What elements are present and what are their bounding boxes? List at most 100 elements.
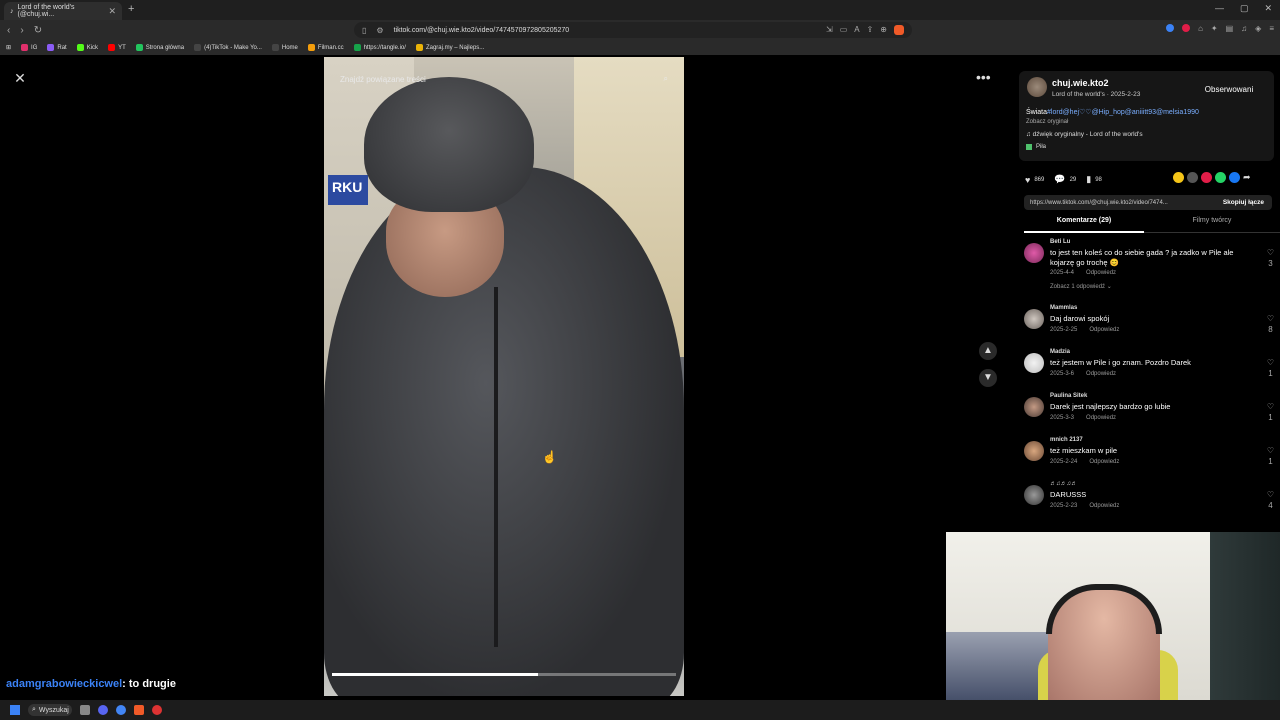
see-original-link[interactable]: Zobacz oryginał <box>1026 119 1068 125</box>
site-info-icon[interactable]: ⚙ <box>376 26 383 35</box>
comment-like[interactable]: ♡ 8 <box>1267 313 1274 335</box>
previous-video-icon[interactable]: ▲ <box>979 342 997 360</box>
follow-button[interactable]: Obserwowani <box>1197 82 1261 98</box>
search-icon[interactable]: ⌕ <box>664 74 668 84</box>
chrome-icon[interactable] <box>116 705 126 715</box>
extensions-icon[interactable]: ✦ <box>1211 24 1218 33</box>
share-page-icon[interactable]: ⇪ <box>867 25 874 35</box>
comment-author[interactable]: ♬♫♬♫♬ <box>1050 481 1077 487</box>
tab-creator-videos[interactable]: Filmy twórcy <box>1152 217 1272 224</box>
filman-icon <box>307 44 315 51</box>
view-replies-link[interactable]: Zobacz 1 odpowiedź ⌄ <box>1050 283 1112 290</box>
bookmark-item[interactable]: Rat <box>47 44 67 51</box>
comment-author[interactable]: Paulina Sitek <box>1050 393 1087 399</box>
close-tab-icon[interactable]: ✕ <box>108 6 116 17</box>
sound-link[interactable]: ♫ dźwięk oryginalny - Lord of the world'… <box>1026 131 1143 138</box>
next-video-icon[interactable]: ▼ <box>979 369 997 387</box>
comment-like[interactable]: ♡ 3 <box>1267 247 1274 269</box>
cast-icon[interactable]: ⇲ <box>826 25 833 35</box>
comment-author[interactable]: mnich 2137 <box>1050 437 1083 443</box>
back-icon[interactable]: ‹ <box>7 25 10 36</box>
bookmark-item[interactable]: (4)TikTok - Make Yo... <box>194 44 262 51</box>
minimize-icon[interactable]: — <box>1215 3 1224 14</box>
comment-like[interactable]: ♡ 4 <box>1267 489 1274 511</box>
description-tags[interactable]: #lord@hej♡♡@Hip_hop@aniiitt93@melsia1990 <box>1047 109 1199 116</box>
avatar[interactable] <box>1024 353 1044 373</box>
apps-icon[interactable]: ⊞ <box>6 44 11 51</box>
screenshot-icon[interactable]: ▭ <box>840 25 848 35</box>
maximize-icon[interactable]: ▢ <box>1240 3 1249 14</box>
avatar[interactable] <box>1024 441 1044 461</box>
avatar[interactable] <box>1024 485 1044 505</box>
close-window-icon[interactable]: ✕ <box>1264 3 1272 14</box>
bookmark-item[interactable]: Strona główna <box>135 44 184 51</box>
taskbar-search[interactable]: ⌕ Wyszukaj <box>28 704 72 716</box>
tab-comments[interactable]: Komentarze (29) <box>1024 217 1144 233</box>
comment-button[interactable]: 💬 29 <box>1054 174 1076 185</box>
menu-icon[interactable]: ≡ <box>1269 24 1274 33</box>
save-button[interactable]: ▮ 98 <box>1086 174 1102 185</box>
url-field[interactable]: ▯ ⚙ tiktok.com/@chuj.wie.kto2/video/7474… <box>354 22 912 38</box>
file-explorer-icon[interactable] <box>80 705 90 715</box>
comment-like[interactable]: ♡ 1 <box>1267 401 1274 423</box>
bookmark-item[interactable]: Zagraj.my – Najleps... <box>415 44 484 51</box>
reply-link[interactable]: Odpowiedz <box>1089 327 1119 333</box>
author-avatar[interactable] <box>1027 77 1047 97</box>
new-tab-icon[interactable]: + <box>128 3 134 15</box>
reply-link[interactable]: Odpowiedz <box>1086 270 1116 276</box>
browser-tab[interactable]: ♪ Lord of the world's (@chuj.wi... ✕ <box>4 2 122 20</box>
related-search-bar[interactable]: Znajdź powiązane treści ⌕ <box>332 69 676 89</box>
comment-author[interactable]: Beti Lu <box>1050 239 1070 245</box>
close-icon[interactable]: ✕ <box>11 69 29 87</box>
comment-author[interactable]: Mammlas <box>1050 305 1077 311</box>
obs-icon[interactable] <box>152 705 162 715</box>
like-button[interactable]: ♥ 869 <box>1025 175 1044 185</box>
avatar[interactable] <box>1024 397 1044 417</box>
embed-icon[interactable] <box>1187 172 1198 183</box>
avatar[interactable] <box>1024 309 1044 329</box>
comment-text: DARUSSS <box>1050 490 1087 499</box>
bookmark-item[interactable]: YT <box>108 44 126 51</box>
bookmark-item[interactable]: Home <box>271 44 298 51</box>
bookmark-item[interactable]: Filman.cc <box>307 44 344 51</box>
bookmark-item[interactable]: https://tangle.io/ <box>353 44 406 51</box>
reply-link[interactable]: Odpowiedz <box>1089 503 1119 509</box>
extension-icon[interactable] <box>1182 24 1191 32</box>
copy-link-button[interactable]: Skopiuj łącze <box>1223 199 1272 206</box>
more-options-icon[interactable]: ••• <box>976 69 991 85</box>
windows-start-icon[interactable] <box>10 705 20 715</box>
emoji-share-icon[interactable] <box>1173 172 1184 183</box>
author-username[interactable]: chuj.wie.kto2 <box>1052 78 1109 88</box>
video-link-box[interactable]: https://www.tiktok.com/@chuj.wie.kto2/vi… <box>1024 195 1272 210</box>
location-tag[interactable]: Piła <box>1026 144 1046 150</box>
bookmark-item[interactable]: Kick <box>76 44 98 51</box>
video-progress-bar[interactable] <box>332 673 676 676</box>
brave-shield-icon[interactable] <box>894 25 904 35</box>
brave-icon[interactable] <box>134 705 144 715</box>
bookmark-item[interactable]: IG <box>21 44 37 51</box>
sidebar-icon[interactable]: ▤ <box>1226 24 1234 33</box>
facebook-icon[interactable] <box>1229 172 1240 183</box>
video-frame-zipper <box>494 287 498 647</box>
send-icon[interactable] <box>1201 172 1212 183</box>
comment-like[interactable]: ♡ 1 <box>1267 357 1274 379</box>
share-arrow-icon[interactable]: ➦ <box>1243 172 1251 183</box>
wallet-icon[interactable]: ◈ <box>1255 24 1261 33</box>
comment-author[interactable]: Madzia <box>1050 349 1070 355</box>
discord-icon[interactable] <box>98 705 108 715</box>
reply-link[interactable]: Odpowiedz <box>1086 371 1116 377</box>
reload-icon[interactable]: ↻ <box>34 25 42 36</box>
translate-icon[interactable]: A <box>854 25 859 35</box>
video-player[interactable]: RKU Znajdź powiązane treści ⌕ <box>324 57 684 696</box>
reply-link[interactable]: Odpowiedz <box>1086 415 1116 421</box>
extension-icon[interactable]: ⌂ <box>1198 24 1203 33</box>
media-icon[interactable]: ♫ <box>1241 24 1247 33</box>
bookmark-icon[interactable]: ▯ <box>362 26 366 35</box>
whatsapp-icon[interactable] <box>1215 172 1226 183</box>
extension-icon[interactable] <box>1166 24 1175 32</box>
zoom-icon[interactable]: ⊕ <box>880 25 887 35</box>
comment-like[interactable]: ♡ 1 <box>1267 445 1274 467</box>
reply-link[interactable]: Odpowiedz <box>1089 459 1119 465</box>
avatar[interactable] <box>1024 243 1044 263</box>
forward-icon[interactable]: › <box>20 25 23 36</box>
